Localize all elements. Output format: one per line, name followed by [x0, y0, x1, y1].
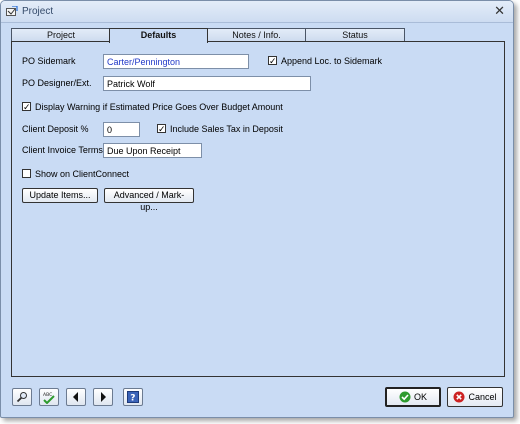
arrow-right-icon [101, 392, 106, 402]
svg-text:ABC: ABC [43, 392, 52, 398]
display-warning-checkbox[interactable]: ✓ [22, 102, 31, 112]
arrow-left-icon [73, 392, 78, 402]
append-loc-label: Append Loc. to Sidemark [281, 56, 383, 66]
show-clientconnect-checkbox[interactable] [22, 169, 31, 178]
client-deposit-label: Client Deposit % [22, 124, 89, 134]
title-bar: Project ✕ [1, 1, 513, 23]
include-tax-checkbox[interactable]: ✓ [157, 124, 166, 134]
tab-project[interactable]: Project [11, 28, 111, 42]
checkmark-icon: ✓ [23, 102, 31, 112]
cancel-x-icon [453, 391, 465, 403]
app-icon [6, 6, 18, 16]
update-items-button[interactable]: Update Items... [22, 188, 98, 203]
show-clientconnect-label: Show on ClientConnect [35, 169, 130, 179]
close-icon[interactable]: ✕ [494, 4, 505, 18]
tab-defaults[interactable]: Defaults [109, 28, 208, 43]
help-icon: ? [127, 391, 139, 403]
next-button[interactable] [93, 388, 113, 406]
include-tax-label: Include Sales Tax in Deposit [170, 124, 283, 134]
ok-check-icon [399, 391, 411, 403]
search-icon [16, 392, 27, 403]
ok-label: OK [413, 392, 427, 402]
po-designer-input[interactable]: Patrick Wolf [103, 76, 311, 91]
po-sidemark-input[interactable]: Carter/Pennington [103, 54, 249, 69]
client-invoice-label: Client Invoice Terms [22, 145, 103, 155]
checkmark-icon: ✓ [158, 124, 166, 134]
po-sidemark-label: PO Sidemark [22, 56, 76, 66]
checkmark-icon: ✓ [269, 56, 277, 66]
previous-button[interactable] [66, 388, 86, 406]
window-title: Project [22, 6, 54, 17]
client-invoice-input[interactable]: Due Upon Receipt [103, 143, 202, 158]
project-dialog: Project ✕ Project Defaults Notes / Info.… [0, 0, 514, 418]
po-designer-label: PO Designer/Ext. [22, 78, 92, 88]
display-warning-label: Display Warning if Estimated Price Goes … [35, 102, 283, 112]
search-button[interactable] [12, 388, 32, 406]
cancel-label: Cancel [468, 392, 497, 402]
spellcheck-icon: ABC [43, 392, 55, 404]
tab-status[interactable]: Status [305, 28, 405, 42]
append-loc-checkbox[interactable]: ✓ [268, 56, 277, 66]
client-deposit-input[interactable]: 0 [103, 122, 140, 137]
tab-notes-info[interactable]: Notes / Info. [206, 28, 307, 42]
svg-text:?: ? [130, 394, 135, 404]
dialog-footer: ABC ? OK Cancel [1, 379, 513, 417]
cancel-button[interactable]: Cancel [447, 387, 503, 407]
spellcheck-button[interactable]: ABC [39, 388, 59, 406]
advanced-markup-button[interactable]: Advanced / Mark-up... [104, 188, 194, 212]
ok-button[interactable]: OK [385, 387, 441, 407]
defaults-panel: PO Sidemark Carter/Pennington ✓ Append L… [11, 41, 505, 377]
help-button[interactable]: ? [123, 388, 143, 406]
